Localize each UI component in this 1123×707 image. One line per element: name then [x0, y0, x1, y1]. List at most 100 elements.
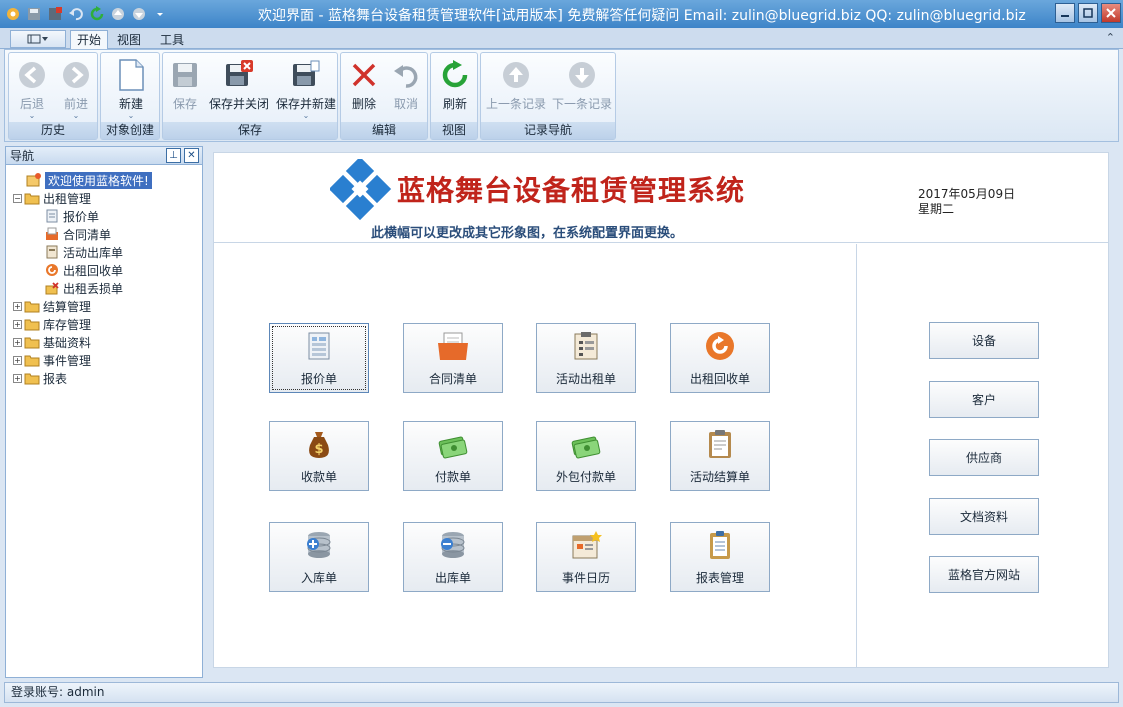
device-button[interactable]: 设备 — [929, 322, 1039, 359]
tab-tools[interactable]: 工具 — [153, 30, 191, 50]
cash-icon — [570, 428, 602, 460]
tree-item-reports[interactable]: + 报表 — [6, 369, 202, 387]
save-icon[interactable] — [25, 5, 43, 23]
tree-item-outbound[interactable]: 活动出库单 — [6, 243, 202, 261]
supplier-button[interactable]: 供应商 — [929, 439, 1039, 476]
tree-item-quote[interactable]: 报价单 — [6, 207, 202, 225]
tile-quote[interactable]: 报价单 — [269, 323, 369, 393]
navigation-panel: 导航 ⊥ ✕ 欢迎使用蓝格软件! − 出租管理 报价单 合同清单 活动出库单 出… — [5, 146, 203, 678]
save-close-icon[interactable] — [46, 5, 64, 23]
official-website-button[interactable]: 蓝格官方网站 — [929, 556, 1039, 593]
new-button[interactable]: 新建 ⌄ — [106, 55, 156, 123]
next-record-icon[interactable] — [130, 5, 148, 23]
expand-icon[interactable]: + — [13, 373, 22, 383]
group-title: 记录导航 — [481, 122, 615, 139]
maximize-button[interactable] — [1078, 3, 1098, 23]
tab-home[interactable]: 开始 — [70, 30, 109, 50]
expand-icon[interactable]: + — [13, 355, 22, 365]
arrow-up-icon — [500, 59, 532, 91]
tile-outbound[interactable]: 出库单 — [403, 522, 503, 592]
application-button[interactable] — [10, 30, 66, 48]
tile-contract[interactable]: 合同清单 — [403, 323, 503, 393]
collapse-icon[interactable]: − — [13, 193, 22, 203]
tree-item-return[interactable]: 出租回收单 — [6, 261, 202, 279]
refresh-icon[interactable] — [88, 5, 106, 23]
folder-icon — [24, 371, 40, 385]
pin-icon[interactable]: ⊥ — [166, 148, 181, 163]
tree-item-settlement[interactable]: + 结算管理 — [6, 297, 202, 315]
group-title: 编辑 — [341, 122, 427, 139]
close-panel-icon[interactable]: ✕ — [184, 148, 199, 163]
group-save: 保存 保存并关闭 保存并新建 ⌄ 保存 — [162, 52, 338, 140]
expand-icon[interactable]: + — [13, 301, 22, 311]
group-create: 新建 ⌄ 对象创建 — [100, 52, 160, 140]
database-remove-icon — [437, 529, 469, 561]
tree-item-stock[interactable]: + 库存管理 — [6, 315, 202, 333]
forward-button[interactable]: 前进 ⌄ — [55, 55, 97, 123]
ribbon-collapse-icon[interactable]: ⌃ — [1106, 31, 1115, 44]
group-edit: 删除 取消 编辑 — [340, 52, 428, 140]
refresh-button[interactable]: 刷新 — [435, 55, 475, 123]
quick-access-toolbar — [0, 0, 172, 28]
previous-record-button[interactable]: 上一条记录 — [483, 55, 549, 123]
tree-item-welcome[interactable]: 欢迎使用蓝格软件! — [6, 171, 202, 189]
save-new-button[interactable]: 保存并新建 ⌄ — [274, 55, 338, 123]
tree-item-events[interactable]: + 事件管理 — [6, 351, 202, 369]
expand-icon[interactable]: + — [13, 337, 22, 347]
close-button[interactable] — [1101, 3, 1121, 23]
tile-return[interactable]: 出租回收单 — [670, 323, 770, 393]
back-button[interactable]: 后退 ⌄ — [11, 55, 53, 123]
contract-icon — [44, 227, 60, 241]
chevron-down-icon: ⌄ — [72, 111, 80, 120]
quote-icon — [303, 330, 335, 362]
undo-icon — [390, 59, 422, 91]
clipboard-icon — [704, 428, 736, 460]
folder-icon — [24, 299, 40, 313]
undo-icon[interactable] — [67, 5, 85, 23]
ribbon-tab-row: 开始 视图 工具 ⌃ — [0, 28, 1123, 50]
documents-button[interactable]: 文档资料 — [929, 498, 1039, 535]
app-menu-icon[interactable] — [4, 5, 22, 23]
tile-settlement[interactable]: 活动结算单 — [670, 421, 770, 491]
tile-receipt[interactable]: $ 收款单 — [269, 421, 369, 491]
return-icon — [44, 263, 60, 277]
rent-out-icon — [570, 330, 602, 362]
tree-item-contract[interactable]: 合同清单 — [6, 225, 202, 243]
tile-outsource-payment[interactable]: 外包付款单 — [536, 421, 636, 491]
save-new-icon — [290, 59, 322, 91]
prev-record-icon[interactable] — [109, 5, 127, 23]
cash-icon — [437, 428, 469, 460]
svg-text:$: $ — [314, 442, 323, 457]
tree-item-basic[interactable]: + 基础资料 — [6, 333, 202, 351]
expand-icon[interactable]: + — [13, 319, 22, 329]
return-icon — [704, 330, 736, 362]
welcome-icon — [26, 173, 42, 187]
folder-icon — [24, 191, 40, 205]
group-title: 保存 — [163, 122, 337, 139]
menu-icon — [27, 34, 41, 44]
window-title: 欢迎界面 - 蓝格舞台设备租赁管理软件[试用版本] 免费解答任何疑问 Email… — [258, 8, 1026, 24]
tree-item-rental[interactable]: − 出租管理 — [6, 189, 202, 207]
logo-icon — [330, 159, 392, 221]
banner: 蓝格舞台设备租赁管理系统 此横幅可以更改成其它形象图，在系统配置界面更换。 20… — [214, 153, 1108, 243]
tab-view[interactable]: 视图 — [110, 30, 148, 50]
next-record-button[interactable]: 下一条记录 — [549, 55, 615, 123]
tree-item-loss[interactable]: 出租丢损单 — [6, 279, 202, 297]
save-close-button[interactable]: 保存并关闭 — [207, 55, 271, 123]
minimize-button[interactable] — [1055, 3, 1075, 23]
banner-subtitle: 此横幅可以更改成其它形象图，在系统配置界面更换。 — [371, 226, 684, 241]
tile-report-management[interactable]: 报表管理 — [670, 522, 770, 592]
cancel-button[interactable]: 取消 — [387, 55, 425, 123]
tile-payment[interactable]: 付款单 — [403, 421, 503, 491]
save-button[interactable]: 保存 — [167, 55, 203, 123]
customer-button[interactable]: 客户 — [929, 381, 1039, 418]
group-view: 刷新 视图 — [430, 52, 478, 140]
quick-links-panel: 设备 客户 供应商 文档资料 蓝格官方网站 — [858, 244, 1108, 668]
tile-inbound[interactable]: 入库单 — [269, 522, 369, 592]
delete-button[interactable]: 删除 — [345, 55, 383, 123]
customize-dropdown-icon[interactable] — [151, 5, 169, 23]
group-title: 历史 — [9, 122, 97, 139]
tile-event-calendar[interactable]: 事件日历 — [536, 522, 636, 592]
tile-rent-out[interactable]: 活动出租单 — [536, 323, 636, 393]
folder-icon — [24, 335, 40, 349]
